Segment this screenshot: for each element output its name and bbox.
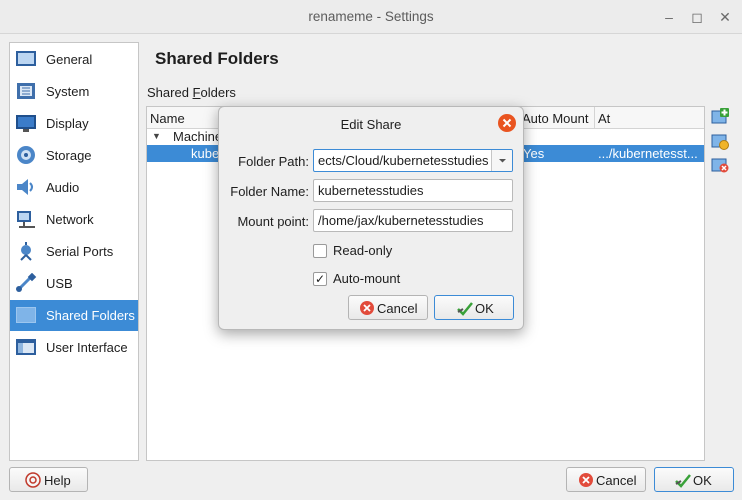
window-title: renameme - Settings bbox=[308, 9, 434, 24]
group-label-prefix: Shared bbox=[147, 85, 193, 100]
dialog-cancel-button[interactable]: Cancel bbox=[348, 295, 428, 320]
sidebar-item-display[interactable]: Display bbox=[10, 108, 138, 139]
sidebar-item-serial-ports[interactable]: Serial Ports bbox=[10, 236, 138, 267]
dialog-cancel-label: Cancel bbox=[377, 301, 418, 316]
settings-sidebar: General System Display Storage Audio Net… bbox=[9, 42, 139, 461]
sidebar-item-network[interactable]: Network bbox=[10, 204, 138, 235]
sidebar-item-usb[interactable]: USB bbox=[10, 268, 138, 299]
sidebar-item-storage[interactable]: Storage bbox=[10, 140, 138, 171]
ok-icon bbox=[675, 474, 691, 488]
storage-icon bbox=[17, 146, 35, 164]
maximize-icon[interactable]: ◻ bbox=[688, 8, 706, 26]
system-icon bbox=[17, 83, 35, 99]
edit-share-dialog: Edit Share Folder Path: ects/Cloud/kuber… bbox=[218, 106, 524, 330]
edit-folder-icon[interactable] bbox=[711, 132, 729, 150]
folder-path-label: Folder Path: bbox=[238, 154, 309, 169]
user-interface-icon bbox=[16, 339, 36, 355]
close-icon[interactable]: ✕ bbox=[716, 8, 734, 26]
group-label-rest: olders bbox=[200, 85, 236, 100]
folder-path-value: ects/Cloud/kubernetesstudies bbox=[318, 153, 489, 168]
readonly-checkbox[interactable] bbox=[313, 244, 327, 258]
readonly-label[interactable]: Read-only bbox=[333, 243, 392, 258]
sidebar-item-label: Shared Folders bbox=[46, 308, 135, 323]
page-title: Shared Folders bbox=[155, 49, 279, 68]
sidebar-item-audio[interactable]: Audio bbox=[10, 172, 138, 203]
sidebar-item-label: Display bbox=[46, 116, 89, 131]
dialog-title: Edit Share bbox=[340, 117, 402, 132]
sidebar-item-shared-folders[interactable]: Shared Folders bbox=[10, 300, 138, 331]
help-label: Help bbox=[44, 473, 71, 488]
column-header-auto-mount[interactable]: Auto Mount bbox=[519, 107, 595, 129]
serial-ports-icon bbox=[20, 242, 32, 261]
general-icon bbox=[16, 51, 36, 66]
dialog-close-icon[interactable] bbox=[498, 114, 516, 132]
usb-icon bbox=[16, 273, 37, 292]
sidebar-item-system[interactable]: System bbox=[10, 76, 138, 107]
group-row-label: Machine bbox=[173, 129, 223, 144]
folder-path-combo[interactable]: ects/Cloud/kubernetesstudies bbox=[313, 149, 513, 172]
group-label-accel: F bbox=[192, 85, 201, 100]
window-titlebar: renameme - Settings – ◻ ✕ bbox=[0, 0, 742, 34]
cancel-button[interactable]: Cancel bbox=[566, 467, 646, 492]
sidebar-item-user-interface[interactable]: User Interface bbox=[10, 332, 138, 363]
mount-point-field[interactable]: /home/jax/kubernetesstudies bbox=[313, 209, 513, 232]
sidebar-item-label: Audio bbox=[46, 180, 80, 195]
sidebar-item-label: Storage bbox=[46, 148, 92, 163]
sidebar-item-label: Network bbox=[46, 212, 94, 227]
expand-arrow-icon[interactable]: ▼ bbox=[152, 131, 161, 141]
remove-folder-icon[interactable] bbox=[711, 156, 729, 174]
sidebar-item-label: General bbox=[46, 52, 93, 67]
row-auto-mount: Yes bbox=[523, 146, 545, 161]
shared-folders-group-label: Shared Folders bbox=[147, 85, 236, 100]
ok-icon bbox=[457, 302, 473, 316]
cancel-label: Cancel bbox=[596, 473, 637, 488]
add-folder-icon[interactable] bbox=[711, 108, 729, 126]
display-icon bbox=[16, 115, 36, 132]
column-header-at[interactable]: At bbox=[595, 107, 704, 129]
dialog-ok-button[interactable]: OK bbox=[434, 295, 514, 320]
mount-point-label: Mount point: bbox=[237, 214, 309, 229]
help-button[interactable]: Help bbox=[9, 467, 88, 492]
minimize-icon[interactable]: – bbox=[660, 8, 678, 26]
ok-label: OK bbox=[693, 473, 712, 488]
ok-button[interactable]: OK bbox=[654, 467, 734, 492]
automount-label[interactable]: Auto-mount bbox=[333, 271, 400, 286]
folder-name-label: Folder Name: bbox=[230, 184, 309, 199]
chevron-down-icon[interactable] bbox=[491, 150, 512, 171]
network-icon bbox=[17, 211, 35, 228]
cancel-icon bbox=[579, 473, 593, 487]
sidebar-item-label: USB bbox=[46, 276, 73, 291]
sidebar-item-label: System bbox=[46, 84, 90, 99]
audio-icon bbox=[17, 179, 33, 195]
row-name: kube bbox=[191, 146, 220, 161]
cancel-icon bbox=[360, 301, 374, 315]
dialog-ok-label: OK bbox=[475, 301, 494, 316]
sidebar-item-label: Serial Ports bbox=[46, 244, 114, 259]
help-icon bbox=[25, 472, 41, 488]
sidebar-item-label: User Interface bbox=[46, 340, 128, 355]
folder-name-field[interactable]: kubernetesstudies bbox=[313, 179, 513, 202]
automount-checkbox[interactable]: ✓ bbox=[313, 272, 327, 286]
row-at: .../kubernetesst... bbox=[598, 146, 698, 161]
sidebar-item-general[interactable]: General bbox=[10, 44, 138, 75]
shared-folders-icon bbox=[16, 307, 36, 323]
